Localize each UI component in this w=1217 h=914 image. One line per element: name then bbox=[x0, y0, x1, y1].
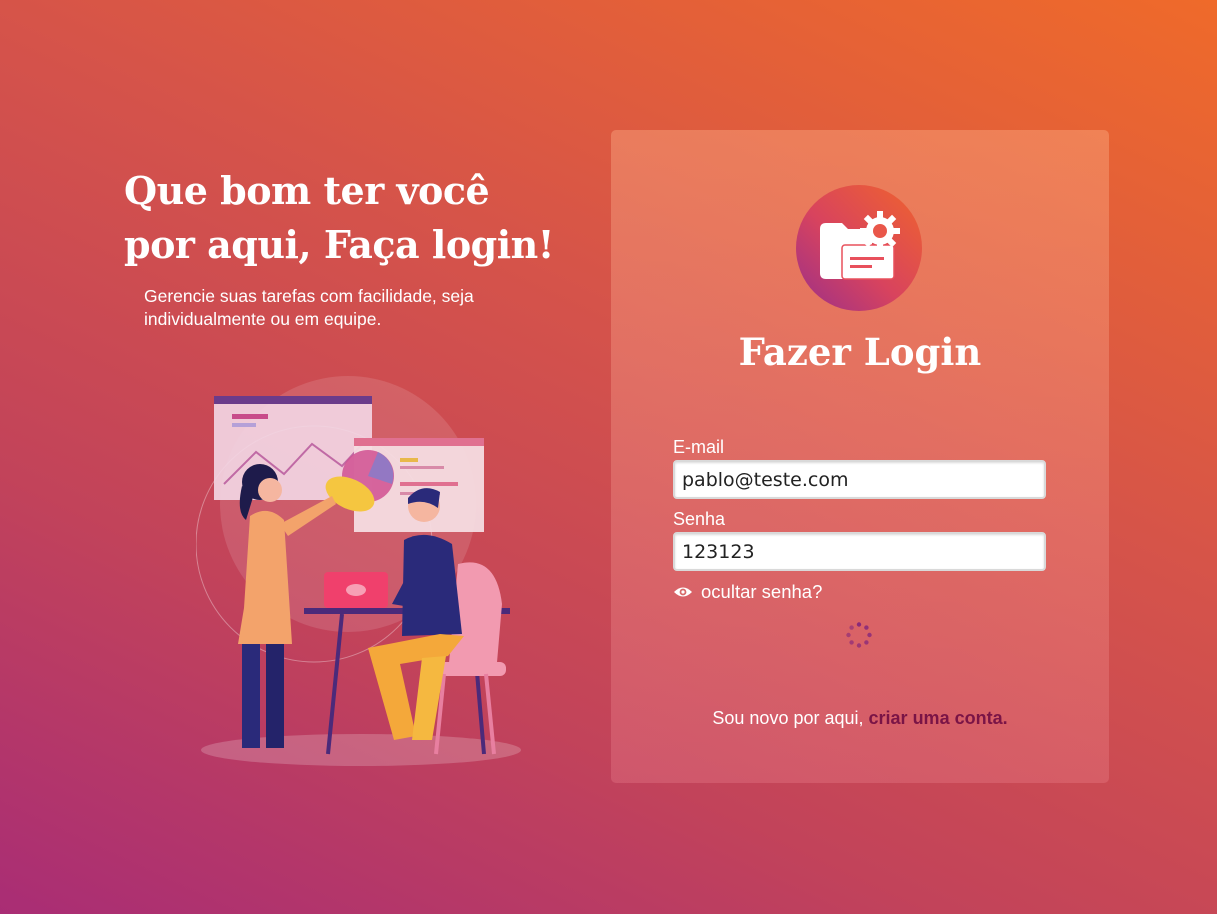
teamwork-illustration bbox=[196, 376, 521, 766]
signup-prompt: Sou novo por aqui, criar uma conta. bbox=[611, 708, 1109, 729]
login-title: Fazer Login bbox=[738, 330, 982, 374]
email-label: E-mail bbox=[673, 437, 725, 457]
toggle-password-button[interactable]: ocultar senha? bbox=[673, 581, 822, 603]
hero-subtitle: Gerencie suas tarefas com facilidade, se… bbox=[144, 286, 474, 329]
spinner-icon bbox=[846, 622, 872, 648]
signup-prompt-text: Sou novo por aqui, bbox=[712, 708, 864, 728]
password-label: Senha bbox=[673, 509, 726, 529]
signup-link[interactable]: criar uma conta. bbox=[869, 708, 1008, 728]
toggle-password-label: ocultar senha? bbox=[701, 581, 823, 602]
hero-title: Que bom ter você por aqui, Faça login! bbox=[124, 168, 555, 267]
password-field[interactable] bbox=[673, 532, 1046, 571]
folder-gear-icon bbox=[796, 185, 922, 311]
email-field[interactable] bbox=[673, 460, 1046, 499]
eye-icon bbox=[674, 587, 692, 597]
login-card: Fazer Login E-mail Senha ocultar senha? … bbox=[611, 130, 1109, 783]
